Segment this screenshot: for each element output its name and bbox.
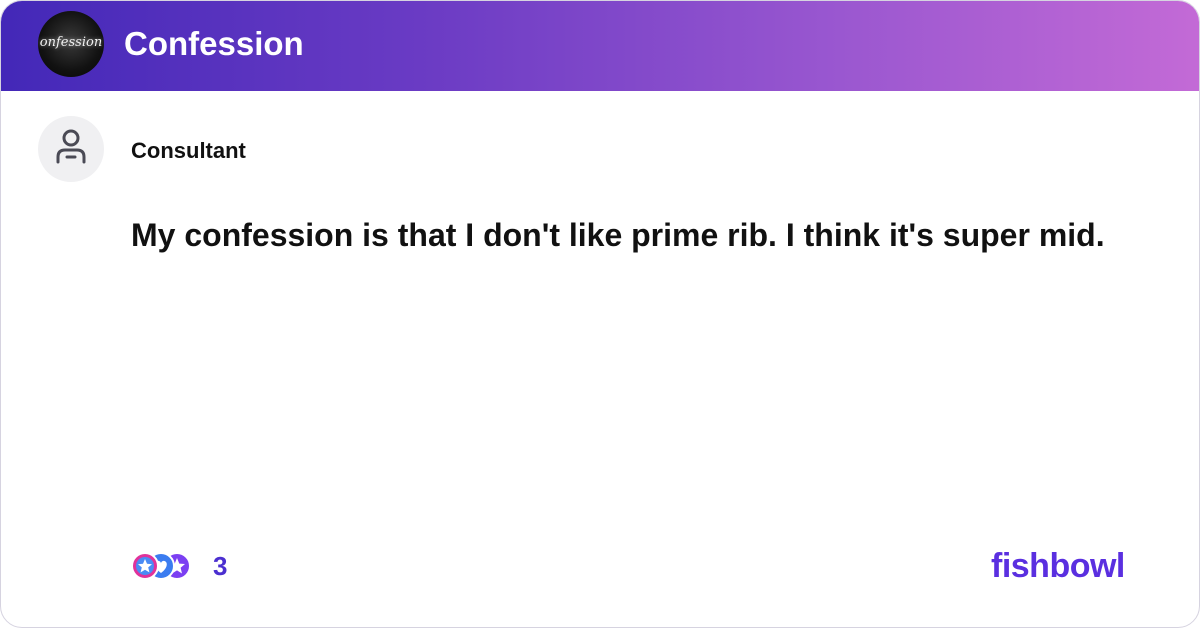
group-header: onfession Confession xyxy=(1,1,1199,91)
author-name[interactable]: Consultant xyxy=(131,138,246,164)
post-body: My confession is that I don't like prime… xyxy=(131,217,1105,253)
group-avatar[interactable]: onfession xyxy=(38,11,104,77)
person-icon xyxy=(56,129,86,164)
author-avatar[interactable] xyxy=(38,116,104,182)
fishbowl-logo[interactable]: fishbowl xyxy=(991,544,1125,588)
reaction-icons xyxy=(131,552,191,580)
post-card: onfession Confession Consultant My confe… xyxy=(0,0,1200,628)
reaction-count: 3 xyxy=(213,551,228,581)
group-title[interactable]: Confession xyxy=(124,23,304,65)
reactions-summary[interactable]: 3 xyxy=(130,548,250,584)
star-reaction-icon xyxy=(131,552,159,580)
group-avatar-text: onfession xyxy=(39,35,103,50)
